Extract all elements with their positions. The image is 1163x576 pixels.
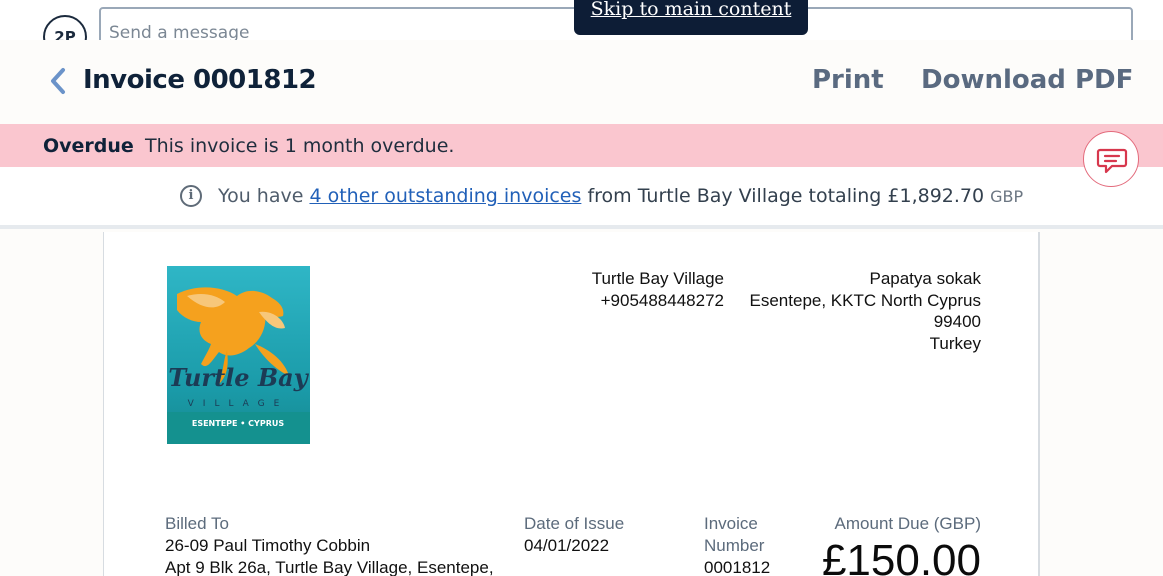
amount-due-label: Amount Due (GBP) [834,514,981,533]
turtle-bay-logo: Turtle Bay VILLAGE ESENTEPE • CYPRUS [167,266,310,444]
invoice-number-label-1: Invoice [704,514,758,533]
sender-phone: +905488448272 [600,290,724,310]
amount-due-value: £150.00 [821,536,981,576]
amount-due-section: Amount Due (GBP) £150.00 [794,513,981,576]
print-button[interactable]: Print [812,65,884,95]
invoice-number-value: 0001812 [704,558,771,576]
logo-location-text: ESENTEPE • CYPRUS [192,419,285,428]
outstanding-invoices-notice: i You have 4 other outstanding invoices … [0,167,1163,229]
outstanding-notice-text: You have 4 other outstanding invoices fr… [218,185,1023,207]
overdue-text: This invoice is 1 month overdue. [145,135,455,157]
sender-contact: Turtle Bay Village +905488448272 [524,268,724,311]
sender-name: Turtle Bay Village [591,269,724,288]
date-of-issue-label: Date of Issue [524,514,625,533]
overdue-label: Overdue [43,135,134,157]
notice-currency: GBP [990,187,1024,206]
download-pdf-button[interactable]: Download PDF [921,65,1133,95]
billed-to-section: Billed To 26-09 Paul Timothy Cobbin Apt … [165,513,505,576]
invoice-number-label-2: Number [704,536,765,555]
title-bar: Invoice 0001812 Print Download PDF [0,40,1163,124]
billed-to-address: Apt 9 Blk 26a, Turtle Bay Village, Esent… [165,557,494,576]
page-title: Invoice 0001812 [83,65,317,95]
chevron-left-icon[interactable] [49,67,67,101]
address-postcode: 99400 [933,312,981,331]
invoice-document: Turtle Bay VILLAGE ESENTEPE • CYPRUS Tur… [103,232,1040,576]
skip-to-main-link[interactable]: Skip to main content [574,0,808,35]
outstanding-invoices-link[interactable]: 4 other outstanding invoices [309,185,581,207]
billed-to-name: 26-09 Paul Timothy Cobbin [165,536,371,555]
billed-to-label: Billed To [165,514,229,533]
info-icon: i [180,185,202,207]
address-line1: Papatya sokak [869,269,981,288]
chat-button[interactable] [1083,131,1139,187]
sender-address: Papatya sokak Esentepe, KKTC North Cypru… [724,268,981,354]
overdue-banner: Overdue This invoice is 1 month overdue. [0,124,1163,167]
invoice-number-section: Invoice Number 0001812 [704,513,794,576]
logo-brand-text: Turtle Bay [168,363,309,392]
logo-sub-text: VILLAGE [188,399,289,409]
notice-prefix: You have [218,185,304,207]
address-country: Turkey [929,333,981,353]
address-line2: Esentepe, KKTC North Cyprus [749,290,981,310]
date-of-issue-value: 04/01/2022 [524,536,610,555]
date-of-issue-section: Date of Issue 04/01/2022 [524,513,684,557]
notice-total: from Turtle Bay Village totaling £1,892.… [587,185,985,207]
invoice-header: Invoice 0001812 Print Download PDF Overd… [0,40,1163,232]
